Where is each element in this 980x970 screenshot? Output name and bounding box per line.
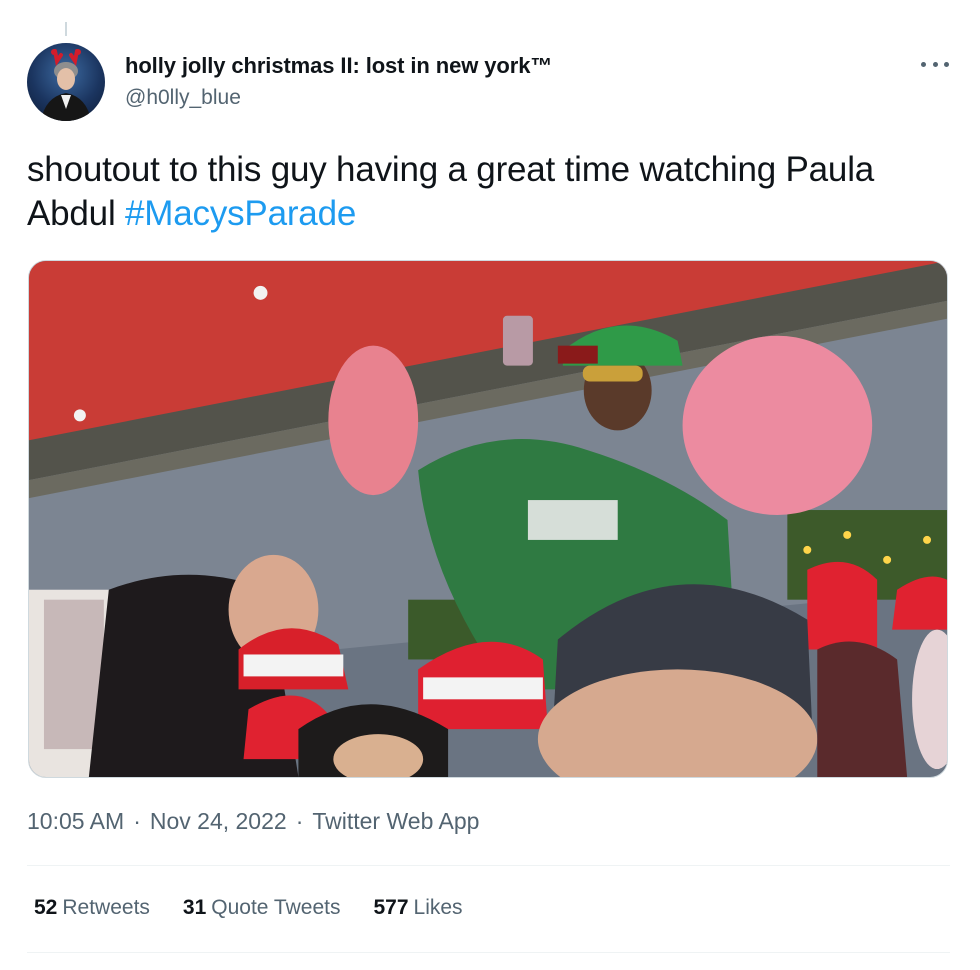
tweet-text: shoutout to this guy having a great time… [27,148,957,236]
quote-tweets-count: 31 [182,896,207,919]
retweets-count: 52 [34,896,58,919]
quote-tweets-label: Quote Tweets [211,896,341,919]
author-display-name[interactable]: holly jolly christmas II: lost in new yo… [125,53,552,79]
tweet-date[interactable]: Nov 24, 2022 [150,808,287,835]
author-avatar[interactable] [27,43,105,121]
video-still-image [29,261,947,777]
tweet-stats: 52 Retweets 31 Quote Tweets 577 Likes [34,896,463,920]
likes-count: 577 [373,896,409,919]
dot [932,61,938,67]
retweets-label: Retweets [62,896,150,919]
likes-stat[interactable]: 577 Likes [373,896,462,920]
tweet-source[interactable]: Twitter Web App [312,808,479,835]
divider [27,865,950,866]
tweet-media[interactable] [28,260,948,778]
separator: · [295,808,304,834]
author-handle[interactable]: @h0lly_blue [125,86,241,110]
dot [944,61,949,67]
tweet-metadata: 10:05 AM · Nov 24, 2022 · Twitter Web Ap… [27,808,479,835]
dot [921,61,926,67]
hashtag-link[interactable]: #MacysParade [125,194,356,233]
avatar-image [41,49,91,121]
likes-label: Likes [413,896,463,919]
tweet-time[interactable]: 10:05 AM [27,808,124,835]
retweets-stat[interactable]: 52 Retweets [34,896,150,920]
separator: · [133,808,141,834]
quote-tweets-stat[interactable]: 31 Quote Tweets [183,896,341,920]
more-options-icon[interactable] [919,50,951,78]
divider [27,952,950,953]
thread-connector-line [65,22,67,36]
